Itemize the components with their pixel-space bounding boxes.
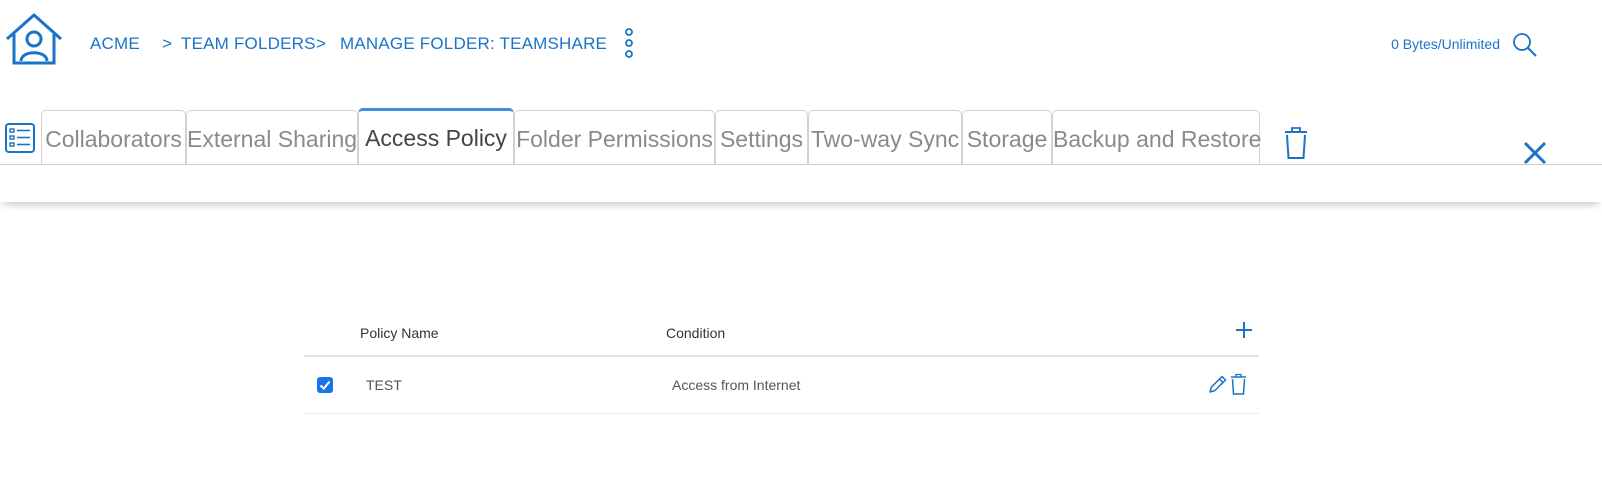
column-header-condition[interactable]: Condition bbox=[666, 325, 725, 341]
top-bar: ACME > TEAM FOLDERS > MANAGE FOLDER: TEA… bbox=[0, 0, 1602, 87]
tab-label: Access Policy bbox=[365, 125, 507, 151]
policy-condition: Access from Internet bbox=[672, 377, 801, 393]
trash-icon[interactable] bbox=[1230, 373, 1247, 395]
tab-label: Backup and Restore bbox=[1053, 126, 1262, 152]
search-icon[interactable] bbox=[1512, 32, 1538, 58]
tab-divider bbox=[0, 164, 1602, 165]
breadcrumb-team-folders[interactable]: TEAM FOLDERS bbox=[181, 34, 316, 54]
breadcrumb-root[interactable]: ACME bbox=[90, 34, 140, 54]
add-icon[interactable] bbox=[1235, 321, 1253, 339]
column-header-policy-name[interactable]: Policy Name bbox=[360, 325, 439, 341]
breadcrumb-separator: > bbox=[316, 34, 327, 53]
tab-label: Folder Permissions bbox=[516, 126, 713, 152]
breadcrumb-manage-folder: MANAGE FOLDER: TEAMSHARE bbox=[340, 34, 608, 53]
trash-icon[interactable] bbox=[1283, 126, 1309, 160]
tab-label: Collaborators bbox=[45, 126, 182, 152]
tab-label: Settings bbox=[719, 126, 804, 152]
table-header: Policy Name Condition bbox=[304, 310, 1259, 357]
policy-table: Policy Name Condition TEST Access from I… bbox=[304, 310, 1259, 414]
more-options-icon[interactable] bbox=[622, 28, 636, 60]
checkmark-icon bbox=[319, 380, 331, 390]
policy-name: TEST bbox=[366, 377, 402, 393]
list-icon[interactable] bbox=[4, 122, 36, 154]
tab-collaborators[interactable]: Collaborators bbox=[41, 110, 186, 164]
tab-settings[interactable]: Settings bbox=[715, 110, 808, 164]
table-row[interactable]: TEST Access from Internet bbox=[304, 357, 1259, 414]
close-icon[interactable] bbox=[1522, 140, 1548, 166]
tab-label: Two-way Sync bbox=[810, 126, 960, 152]
tab-access-policy[interactable]: Access Policy bbox=[358, 108, 514, 165]
breadcrumb-separator: > bbox=[162, 34, 173, 53]
tab-bar: Collaborators External Sharing Access Po… bbox=[0, 86, 1602, 202]
pencil-icon[interactable] bbox=[1207, 374, 1228, 395]
tab-external-sharing[interactable]: External Sharing bbox=[186, 110, 358, 164]
tab-backup-and-restore[interactable]: Backup and Restore bbox=[1052, 110, 1262, 164]
tab-folder-permissions[interactable]: Folder Permissions bbox=[514, 110, 715, 164]
tab-two-way-sync[interactable]: Two-way Sync bbox=[808, 110, 962, 164]
tab-label: External Sharing bbox=[187, 126, 358, 152]
storage-usage: 0 Bytes/Unlimited bbox=[1391, 36, 1500, 52]
tab-storage[interactable]: Storage bbox=[962, 110, 1052, 164]
tab-label: Storage bbox=[966, 126, 1048, 152]
row-checkbox[interactable] bbox=[317, 377, 333, 393]
home-icon[interactable] bbox=[4, 12, 64, 66]
